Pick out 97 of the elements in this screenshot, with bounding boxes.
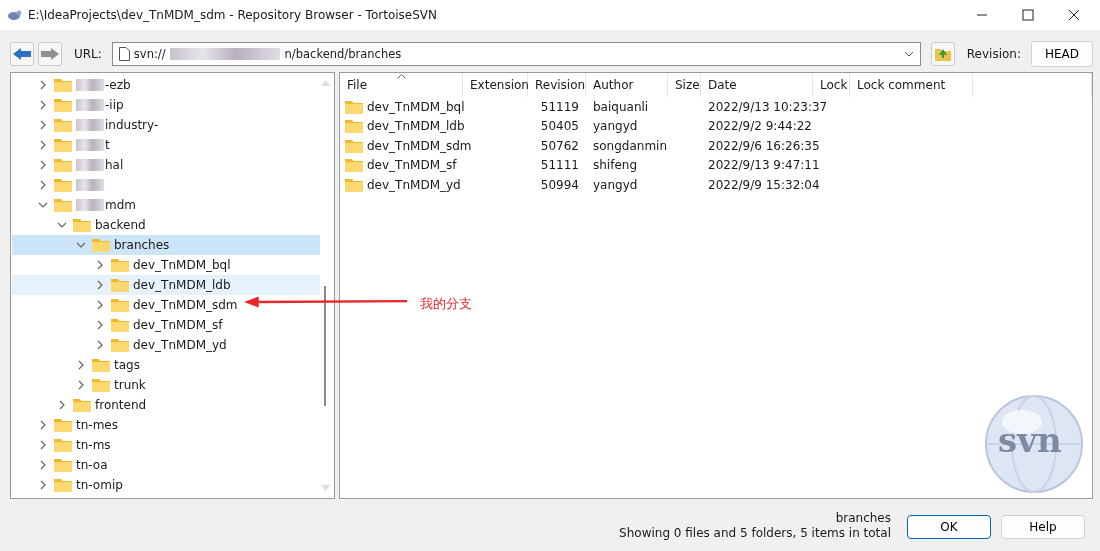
column-header[interactable]: Date: [701, 73, 813, 97]
tree-item[interactable]: dev_TnMDM_yd: [12, 335, 231, 355]
tree-item[interactable]: dev_TnMDM_ldb: [12, 275, 320, 295]
folder-icon: [111, 258, 129, 272]
forward-arrow-icon: [40, 47, 60, 61]
file-name[interactable]: dev_TnMDM_sdm: [367, 138, 472, 153]
folder-icon: [54, 78, 72, 92]
folder-icon: [54, 438, 72, 452]
url-label: URL:: [74, 47, 102, 61]
file-name[interactable]: dev_TnMDM_ldb: [367, 119, 465, 134]
table-cell: 51119: [540, 99, 579, 114]
table-cell: 50762: [540, 138, 579, 153]
table-cell: shifeng: [593, 158, 638, 173]
column-header[interactable]: Size: [668, 73, 701, 97]
tree-item[interactable]: dev_TnMDM_bql: [12, 255, 235, 275]
folder-icon: [92, 358, 110, 372]
revision-label: Revision:: [966, 47, 1021, 61]
window-title: E:\IdeaProjects\dev_TnMDM_sdm - Repository Browser - TortoiseSVN: [28, 8, 437, 22]
table-cell: 50405: [540, 119, 579, 134]
scrollbar-thumb[interactable]: [324, 286, 326, 406]
table-cell: 2022/9/13 10:23:37: [708, 99, 828, 114]
folder-icon: [345, 177, 363, 192]
tree-item[interactable]: industry-: [12, 115, 163, 135]
folder-icon: [73, 218, 91, 232]
tree-item[interactable]: backend: [12, 215, 150, 235]
folder-icon: [92, 238, 110, 252]
folder-icon: [54, 138, 72, 152]
folder-icon: [54, 418, 72, 432]
folder-icon: [54, 478, 72, 492]
svn-logo: svn: [984, 394, 1084, 494]
dropdown-caret-icon[interactable]: [903, 51, 914, 57]
close-icon[interactable]: [1068, 9, 1080, 21]
help-button[interactable]: Help: [1001, 515, 1085, 539]
folder-icon: [345, 138, 363, 153]
table-cell: 50994: [540, 177, 579, 192]
tree-item[interactable]: branches: [12, 235, 320, 255]
table-cell: songdanmin: [593, 138, 668, 153]
folder-icon: [111, 278, 129, 292]
folder-icon: [54, 98, 72, 112]
back-button[interactable]: [10, 42, 34, 66]
folder-icon: [345, 158, 363, 173]
folder-icon: [73, 398, 91, 412]
tree-item[interactable]: tn-omip: [12, 475, 127, 495]
folder-icon: [111, 298, 129, 312]
file-name[interactable]: dev_TnMDM_bql: [367, 99, 465, 114]
tree-item[interactable]: tn-oa: [12, 455, 112, 475]
column-header[interactable]: Extension: [463, 73, 528, 97]
folder-icon: [54, 178, 72, 192]
sort-caret-icon: [397, 74, 406, 79]
folder-icon: [92, 378, 110, 392]
table-cell: 2022/9/2 9:44:22: [708, 119, 812, 134]
folder-icon: [111, 318, 129, 332]
tree-item[interactable]: dev_TnMDM_sdm: [12, 295, 242, 315]
forward-button[interactable]: [38, 42, 62, 66]
tree-item[interactable]: tags: [12, 355, 144, 375]
table-cell: yangyd: [593, 119, 638, 134]
folder-icon: [111, 338, 129, 352]
file-name[interactable]: dev_TnMDM_sf: [367, 158, 457, 173]
status-summary: Showing 0 files and 5 folders, 5 items in total: [619, 526, 891, 541]
status-path: branches: [835, 511, 891, 526]
tree-item[interactable]: frontend: [12, 395, 151, 415]
folder-icon: [54, 198, 72, 212]
folder-icon: [54, 118, 72, 132]
revision-button[interactable]: HEAD: [1031, 41, 1093, 67]
tree-item[interactable]: trunk: [12, 375, 150, 395]
table-cell: 51111: [540, 158, 579, 173]
folder-icon: [54, 458, 72, 472]
tree-item[interactable]: tn-ms: [12, 435, 115, 455]
tree-item[interactable]: tn-mes: [12, 415, 122, 435]
maximize-icon[interactable]: [1022, 9, 1034, 21]
column-header[interactable]: Lock comment: [850, 73, 973, 97]
tree-item[interactable]: -iip: [12, 95, 128, 115]
folder-icon: [54, 158, 72, 172]
folder-up-button[interactable]: [930, 42, 955, 66]
column-header[interactable]: Lock: [813, 73, 850, 97]
folder-up-icon: [933, 46, 952, 62]
ok-button[interactable]: OK: [907, 515, 991, 539]
folder-icon: [345, 99, 363, 114]
folder-icon: [345, 119, 363, 134]
column-header[interactable]: Author: [586, 73, 668, 97]
column-header[interactable]: Revision: [528, 73, 586, 97]
table-cell: yangyd: [593, 177, 638, 192]
tree-item[interactable]: dev_TnMDM_sf: [12, 315, 227, 335]
tree-item[interactable]: mdm: [12, 195, 140, 215]
tree-item[interactable]: -ezb: [12, 75, 135, 95]
back-arrow-icon: [12, 47, 32, 61]
file-name[interactable]: dev_TnMDM_yd: [367, 177, 461, 192]
column-header[interactable]: File: [340, 73, 463, 97]
url-field[interactable]: svn:// n/backend/branches: [111, 42, 921, 66]
table-cell: baiquanli: [593, 99, 649, 114]
document-icon: [118, 47, 130, 61]
annotation-text: 我的分支: [420, 295, 472, 313]
table-cell: 2022/9/9 15:32:04: [708, 177, 820, 192]
table-cell: 2022/9/6 16:26:35: [708, 138, 820, 153]
table-cell: 2022/9/13 9:47:11: [708, 158, 820, 173]
tree-item[interactable]: t: [12, 135, 114, 155]
tree-item[interactable]: hal: [12, 155, 128, 175]
